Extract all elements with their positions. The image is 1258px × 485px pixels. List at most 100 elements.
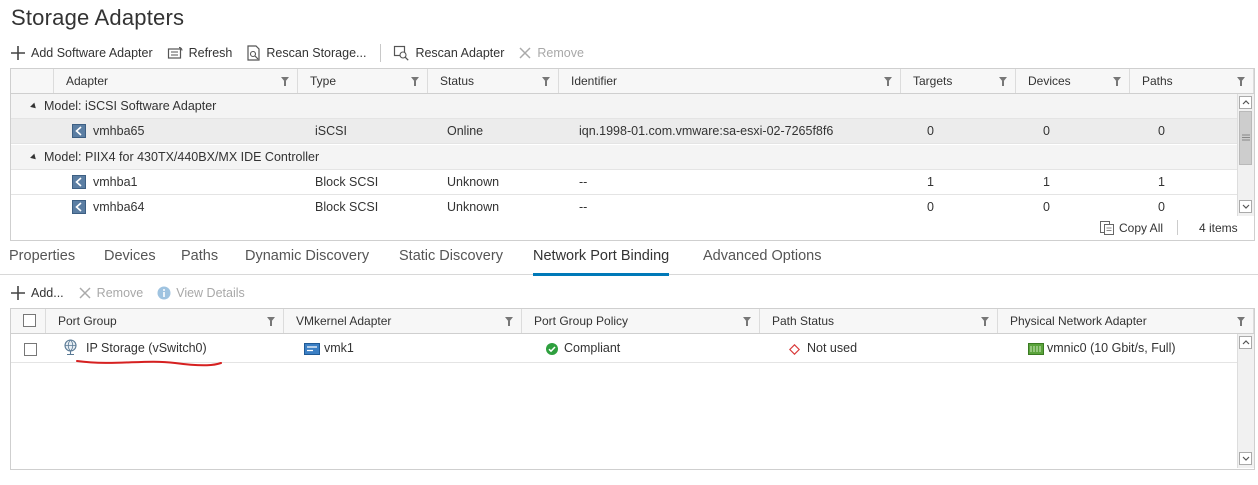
chevron-down-icon [1242,456,1249,461]
filter-icon[interactable] [884,77,892,86]
refresh-button[interactable]: Refresh [167,46,233,61]
refresh-label: Refresh [188,46,233,60]
add-binding-button[interactable]: Add... [10,285,64,301]
filter-icon[interactable] [1237,77,1245,86]
scroll-down-button[interactable] [1239,200,1252,213]
column-header-path-status[interactable]: Path Status [760,309,998,333]
scroll-down-button[interactable] [1239,452,1252,465]
table-row[interactable]: vmhba1 Block SCSI Unknown -- 1 1 1 [11,170,1238,195]
filter-icon[interactable] [743,317,751,326]
binding-toolbar: Add... Remove View Details [10,283,259,303]
column-header-paths[interactable]: Paths [1130,69,1254,93]
view-details-label: View Details [176,286,245,300]
scroll-up-button[interactable] [1239,96,1252,109]
column-header-identifier[interactable]: Identifier [559,69,901,93]
storage-adapter-icon [72,200,86,214]
rescan-adapter-icon [394,45,410,61]
port-binding-scrollbar[interactable] [1237,334,1254,468]
adapter-identifier: -- [579,175,588,189]
adapter-type: iSCSI [315,124,347,138]
scroll-up-button[interactable] [1239,336,1252,349]
adapters-scrollbar[interactable] [1237,94,1254,216]
copy-icon [1100,221,1114,235]
filter-icon[interactable] [542,77,550,86]
adapter-name: vmhba1 [93,175,138,189]
add-software-adapter-button[interactable]: Add Software Adapter [10,45,153,61]
group-row-piix4[interactable]: Model: PIIX4 for 430TX/440BX/MX IDE Cont… [11,145,1238,170]
rescan-storage-icon [247,45,260,61]
chevron-down-icon [1242,204,1249,209]
collapse-triangle-icon[interactable] [30,153,38,162]
filter-icon[interactable] [281,77,289,86]
filter-icon[interactable] [999,77,1007,86]
compliant-check-icon [546,343,558,355]
storage-adapter-icon [72,124,86,138]
column-header-devices[interactable]: Devices [1016,69,1130,93]
adapter-devices: 0 [1043,200,1050,214]
filter-icon[interactable] [411,77,419,86]
port-binding-table: Port Group VMkernel Adapter Port Group P… [10,308,1255,470]
tab-network-port-binding[interactable]: Network Port Binding [533,248,670,276]
column-header-physical-network-adapter[interactable]: Physical Network Adapter [998,309,1254,333]
plus-icon [11,286,25,300]
adapter-targets: 0 [927,200,934,214]
detail-tabs: Properties Devices Paths Dynamic Discove… [0,244,1258,276]
filter-icon[interactable] [267,317,275,326]
column-header-port-group[interactable]: Port Group [46,309,284,333]
filter-icon[interactable] [981,317,989,326]
remove-adapter-button[interactable]: Remove [518,46,584,60]
adapters-table: Adapter Type Status Identifier Targets D… [10,68,1255,218]
group-label: Model: PIIX4 for 430TX/440BX/MX IDE Cont… [44,150,320,164]
page-title: Storage Adapters [11,5,185,30]
header-spacer [11,69,54,93]
tab-advanced-options[interactable]: Advanced Options [703,248,822,273]
column-header-status[interactable]: Status [428,69,559,93]
filter-icon[interactable] [1113,77,1121,86]
rescan-storage-label: Rescan Storage... [266,46,367,60]
column-header-type[interactable]: Type [298,69,428,93]
footer-divider [1177,220,1178,235]
add-software-adapter-label: Add Software Adapter [31,46,153,60]
filter-icon[interactable] [505,317,513,326]
collapse-triangle-icon[interactable] [30,102,38,111]
tab-paths[interactable]: Paths [181,248,218,273]
scroll-thumb[interactable] [1239,111,1252,165]
refresh-icon [167,46,183,59]
table-row[interactable]: vmhba65 iSCSI Online iqn.1998-01.com.vmw… [11,119,1238,144]
rescan-storage-button[interactable]: Rescan Storage... [246,45,366,61]
copy-all-button[interactable]: Copy All [1099,220,1163,236]
chevron-up-icon [1242,340,1249,345]
adapter-paths: 1 [1158,175,1165,189]
copy-all-label: Copy All [1119,221,1164,235]
adapter-paths: 0 [1158,124,1165,138]
port-group-icon [64,339,77,356]
filter-icon[interactable] [1237,317,1245,326]
select-all-checkbox[interactable] [23,314,36,327]
column-header-adapter[interactable]: Adapter [54,69,298,93]
adapter-devices: 0 [1043,124,1050,138]
table-row[interactable]: vmhba64 Block SCSI Unknown -- 0 0 0 [11,195,1238,217]
row-checkbox[interactable] [24,343,37,356]
group-row-iscsi[interactable]: Model: iSCSI Software Adapter [11,94,1238,119]
adapter-type: Block SCSI [315,175,379,189]
path-status-value: Not used [807,341,858,355]
rescan-adapter-button[interactable]: Rescan Adapter [393,45,504,61]
tab-static-discovery[interactable]: Static Discovery [399,248,503,273]
column-header-vmkernel-adapter[interactable]: VMkernel Adapter [284,309,522,333]
adapter-targets: 1 [927,175,934,189]
column-header-targets[interactable]: Targets [901,69,1016,93]
header-checkbox-cell [11,309,46,333]
toolbar-divider [380,44,382,62]
adapter-identifier: iqn.1998-01.com.vmware:sa-esxi-02-7265f8… [579,124,834,138]
adapters-table-header: Adapter Type Status Identifier Targets D… [11,69,1254,94]
view-details-button[interactable]: View Details [157,286,245,300]
tab-properties[interactable]: Properties [9,248,75,273]
adapter-status: Unknown [447,175,500,189]
adapter-targets: 0 [927,124,934,138]
rescan-adapter-label: Rescan Adapter [415,46,505,60]
tab-dynamic-discovery[interactable]: Dynamic Discovery [245,248,369,273]
remove-binding-button[interactable]: Remove [78,286,143,300]
tab-devices[interactable]: Devices [104,248,156,273]
port-group-policy-value: Compliant [564,341,621,355]
column-header-port-group-policy[interactable]: Port Group Policy [522,309,760,333]
